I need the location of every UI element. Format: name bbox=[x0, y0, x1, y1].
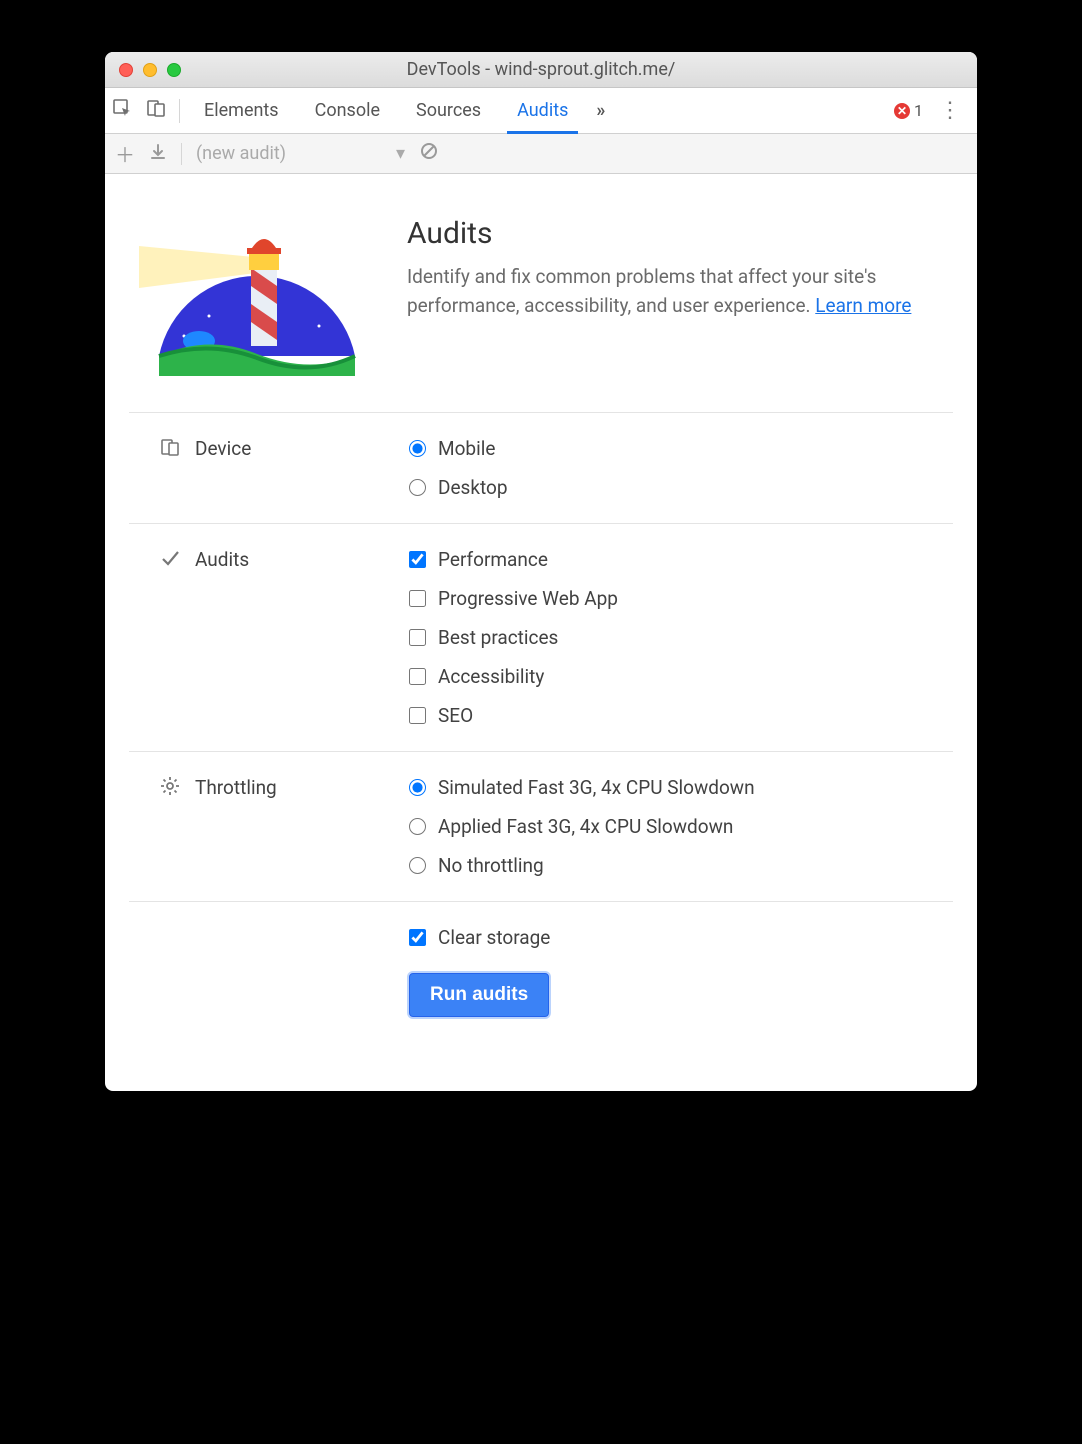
option-label: Performance bbox=[438, 548, 548, 571]
audit-option-accessibility[interactable]: Accessibility bbox=[409, 665, 923, 688]
tab-audits[interactable]: Audits bbox=[499, 88, 586, 133]
option-label: Progressive Web App bbox=[438, 587, 618, 610]
tab-label: Elements bbox=[204, 100, 279, 121]
option-label: SEO bbox=[438, 704, 473, 727]
tab-console[interactable]: Console bbox=[297, 88, 398, 133]
audit-option-bestpractices[interactable]: Best practices bbox=[409, 626, 923, 649]
inspect-element-icon[interactable] bbox=[105, 98, 139, 123]
checkbox-input[interactable] bbox=[409, 629, 426, 646]
tab-label: Audits bbox=[517, 100, 568, 121]
error-icon: ✕ bbox=[894, 103, 910, 119]
run-audits-button[interactable]: Run audits bbox=[409, 973, 549, 1017]
audit-option-pwa[interactable]: Progressive Web App bbox=[409, 587, 923, 610]
option-label: No throttling bbox=[438, 854, 544, 877]
error-count-value: 1 bbox=[914, 101, 923, 120]
option-label: Accessibility bbox=[438, 665, 544, 688]
panel-tabs: Elements Console Sources Audits » bbox=[186, 88, 615, 133]
checkbox-input[interactable] bbox=[409, 590, 426, 607]
radio-input[interactable] bbox=[409, 857, 426, 874]
window-title: DevTools - wind-sprout.glitch.me/ bbox=[105, 59, 977, 80]
settings-menu-icon[interactable]: ⋮ bbox=[933, 98, 967, 123]
clear-storage-option[interactable]: Clear storage bbox=[409, 926, 923, 949]
more-tabs-icon[interactable]: » bbox=[586, 88, 615, 133]
section-throttling: Throttling Simulated Fast 3G, 4x CPU Slo… bbox=[129, 752, 953, 902]
audit-dropdown[interactable]: (new audit) ▾ bbox=[196, 143, 405, 164]
download-icon[interactable] bbox=[149, 142, 167, 166]
titlebar: DevTools - wind-sprout.glitch.me/ bbox=[105, 52, 977, 88]
radio-input[interactable] bbox=[409, 440, 426, 457]
tab-elements[interactable]: Elements bbox=[186, 88, 297, 133]
audit-option-performance[interactable]: Performance bbox=[409, 548, 923, 571]
section-title: Throttling bbox=[195, 776, 277, 799]
option-label: Clear storage bbox=[438, 926, 550, 949]
clear-icon[interactable] bbox=[419, 141, 439, 166]
radio-input[interactable] bbox=[409, 779, 426, 796]
audit-dropdown-label: (new audit) bbox=[196, 143, 286, 164]
device-option-desktop[interactable]: Desktop bbox=[409, 476, 923, 499]
checkbox-input[interactable] bbox=[409, 929, 426, 946]
option-label: Simulated Fast 3G, 4x CPU Slowdown bbox=[438, 776, 755, 799]
section-label: Throttling bbox=[159, 776, 409, 877]
tab-sources[interactable]: Sources bbox=[398, 88, 499, 133]
device-toolbar-icon[interactable] bbox=[139, 98, 173, 123]
tab-label: Console bbox=[315, 100, 380, 121]
separator bbox=[181, 143, 182, 165]
section-label: Device bbox=[159, 437, 409, 499]
hero-body: Identify and fix common problems that af… bbox=[407, 265, 876, 317]
separator bbox=[179, 99, 180, 123]
section-storage: Clear storage Run audits bbox=[129, 902, 953, 1041]
error-count[interactable]: ✕ 1 bbox=[894, 101, 923, 120]
hero-description: Identify and fix common problems that af… bbox=[407, 263, 943, 320]
learn-more-link[interactable]: Learn more bbox=[815, 294, 911, 317]
throttle-option-simulated[interactable]: Simulated Fast 3G, 4x CPU Slowdown bbox=[409, 776, 923, 799]
hero-text: Audits Identify and fix common problems … bbox=[407, 216, 943, 376]
checkbox-input[interactable] bbox=[409, 551, 426, 568]
option-label: Best practices bbox=[438, 626, 558, 649]
hero-title: Audits bbox=[407, 216, 943, 251]
option-label: Mobile bbox=[438, 437, 495, 460]
new-audit-icon[interactable]: ＋ bbox=[115, 139, 135, 168]
radio-input[interactable] bbox=[409, 479, 426, 496]
radio-input[interactable] bbox=[409, 818, 426, 835]
check-icon bbox=[159, 548, 181, 568]
devtools-window: DevTools - wind-sprout.glitch.me/ Elemen… bbox=[105, 52, 977, 1091]
tabbar: Elements Console Sources Audits » ✕ 1 ⋮ bbox=[105, 88, 977, 134]
section-title: Audits bbox=[195, 548, 249, 571]
throttle-option-none[interactable]: No throttling bbox=[409, 854, 923, 877]
throttle-option-applied[interactable]: Applied Fast 3G, 4x CPU Slowdown bbox=[409, 815, 923, 838]
section-audits: Audits Performance Progressive Web App B… bbox=[129, 524, 953, 752]
lighthouse-illustration bbox=[139, 216, 375, 376]
option-label: Applied Fast 3G, 4x CPU Slowdown bbox=[438, 815, 733, 838]
tab-label: Sources bbox=[416, 100, 481, 121]
hero: Audits Identify and fix common problems … bbox=[129, 202, 953, 413]
device-icon bbox=[159, 437, 181, 457]
option-label: Desktop bbox=[438, 476, 508, 499]
audits-panel: Audits Identify and fix common problems … bbox=[105, 174, 977, 1091]
checkbox-input[interactable] bbox=[409, 707, 426, 724]
section-device: Device Mobile Desktop bbox=[129, 413, 953, 524]
audit-toolbar: ＋ (new audit) ▾ bbox=[105, 134, 977, 174]
gear-icon bbox=[159, 776, 181, 796]
audit-option-seo[interactable]: SEO bbox=[409, 704, 923, 727]
chevron-down-icon: ▾ bbox=[396, 143, 405, 164]
section-title: Device bbox=[195, 437, 251, 460]
section-label: Audits bbox=[159, 548, 409, 727]
device-option-mobile[interactable]: Mobile bbox=[409, 437, 923, 460]
checkbox-input[interactable] bbox=[409, 668, 426, 685]
